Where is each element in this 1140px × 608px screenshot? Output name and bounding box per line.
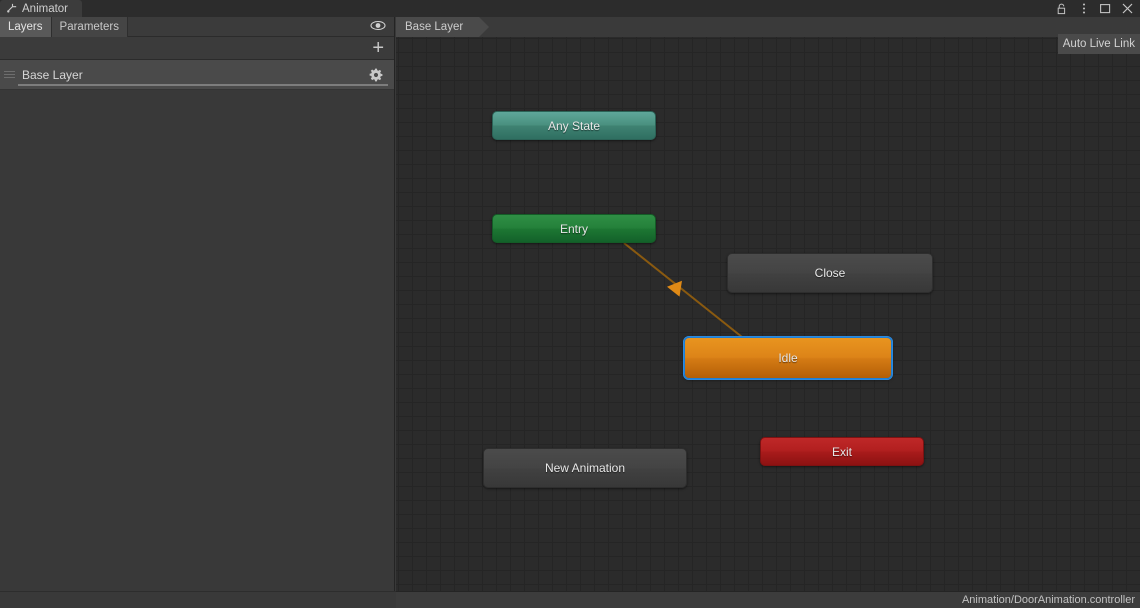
layer-weight-slider[interactable] <box>18 84 388 86</box>
state-machine-canvas[interactable]: Any State Entry Close Idle New Animation… <box>396 37 1140 591</box>
tab-parameters[interactable]: Parameters <box>51 17 128 37</box>
tab-bar-filler <box>82 0 1055 17</box>
transition-entry-to-idle-arrow <box>667 280 682 297</box>
breadcrumb-base-layer[interactable]: Base Layer <box>396 17 490 37</box>
state-node-entry[interactable]: Entry <box>492 214 656 243</box>
animator-graph-panel: Base Layer Any State Entry Close Idle Ne… <box>396 17 1140 591</box>
state-node-label: Idle <box>778 351 798 365</box>
state-node-label: Any State <box>547 118 601 133</box>
breadcrumb-filler <box>479 17 1140 37</box>
layers-panel: Layers Parameters + Base Layer <box>0 17 395 591</box>
animator-icon <box>7 3 18 14</box>
tab-animator-label: Animator <box>22 2 69 15</box>
breadcrumb-bar: Base Layer <box>396 17 1140 37</box>
state-node-idle[interactable]: Idle <box>683 336 893 380</box>
tab-layers[interactable]: Layers <box>0 17 52 37</box>
status-bar-left <box>0 591 396 608</box>
auto-live-link-button[interactable]: Auto Live Link <box>1057 34 1140 54</box>
add-layer-button[interactable]: + <box>372 38 384 58</box>
state-node-any-state[interactable]: Any State <box>492 111 656 140</box>
state-node-exit[interactable]: Exit <box>760 437 924 466</box>
breadcrumb-label: Base Layer <box>405 20 464 33</box>
status-bar: Animation/DoorAnimation.controller <box>396 591 1140 608</box>
tab-parameters-label: Parameters <box>59 21 119 33</box>
window-tab-bar: Animator <box>0 0 1140 17</box>
layer-name-label: Base Layer <box>22 67 83 82</box>
close-icon[interactable] <box>1121 2 1134 15</box>
gear-icon[interactable] <box>369 68 383 82</box>
layers-panel-body <box>0 121 394 591</box>
eye-icon[interactable] <box>370 18 386 36</box>
asset-path-label: Animation/DoorAnimation.controller <box>961 594 1135 606</box>
tab-layers-label: Layers <box>8 21 43 33</box>
layer-list-item-base-layer[interactable]: Base Layer <box>0 60 394 90</box>
state-node-label: Exit <box>831 444 852 459</box>
drag-handle-icon[interactable] <box>4 69 16 81</box>
auto-live-link-label: Auto Live Link <box>1062 38 1135 50</box>
state-node-close[interactable]: Close <box>727 253 933 293</box>
lock-icon[interactable] <box>1055 2 1068 15</box>
animator-window: Animator Layers Parameters + Base Layer … <box>0 0 1140 608</box>
window-controls <box>1055 0 1140 17</box>
kebab-menu-icon[interactable] <box>1077 2 1090 15</box>
state-node-new-animation[interactable]: New Animation <box>483 448 687 488</box>
state-node-label: Close <box>814 266 846 280</box>
add-layer-row: + <box>0 37 394 60</box>
tab-animator[interactable]: Animator <box>0 0 83 17</box>
layers-parameters-tabs: Layers Parameters <box>0 17 394 37</box>
state-node-label: Entry <box>559 221 588 236</box>
state-node-label: New Animation <box>544 461 626 475</box>
maximize-icon[interactable] <box>1099 2 1112 15</box>
layers-tabs-filler <box>127 17 394 36</box>
transition-entry-to-idle-line <box>623 242 743 338</box>
